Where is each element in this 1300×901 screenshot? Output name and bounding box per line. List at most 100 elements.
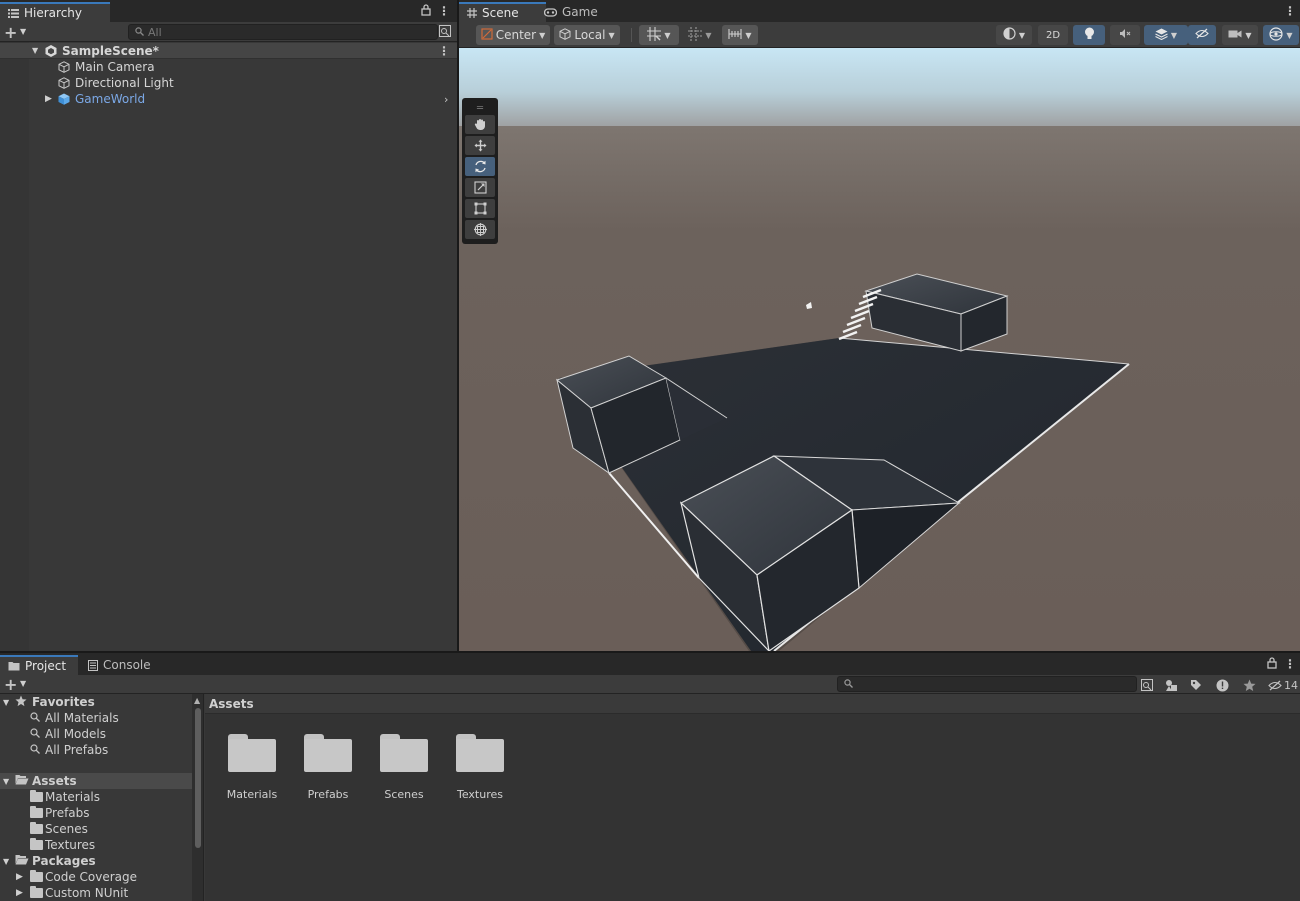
hierarchy-item-label: Directional Light xyxy=(75,76,174,90)
lock-icon[interactable] xyxy=(421,4,431,16)
star-icon[interactable] xyxy=(1241,677,1257,693)
add-icon[interactable]: + xyxy=(4,23,17,42)
project-tree-scrollbar[interactable]: ▲ xyxy=(192,694,204,901)
asset-folder-item[interactable]: Prefabs xyxy=(0,805,192,821)
snap-settings-button[interactable]: ▼ xyxy=(722,25,758,45)
asset-grid-folder[interactable]: Prefabs xyxy=(298,734,358,801)
project-menu-icon[interactable]: ⋮ xyxy=(1284,656,1296,672)
hierarchy-panel: Hierarchy ⋮ + ▼ All ▼ SampleScene* ⋮ Mai… xyxy=(0,0,457,651)
rotate-tool-icon[interactable] xyxy=(465,157,495,176)
toggle-2d-button[interactable]: 2D xyxy=(1038,25,1068,45)
tool-palette: ═ xyxy=(462,98,498,244)
move-tool-icon[interactable] xyxy=(465,136,495,155)
breadcrumb-assets[interactable]: Assets xyxy=(209,697,254,711)
package-item[interactable]: ▶ Custom NUnit xyxy=(0,885,192,901)
tab-console[interactable]: Console xyxy=(80,655,159,675)
audio-toggle-button[interactable] xyxy=(1110,25,1140,45)
search-scope-icon[interactable] xyxy=(439,25,451,37)
drag-handle-icon[interactable]: ═ xyxy=(465,101,495,115)
hierarchy-item[interactable]: Directional Light xyxy=(0,75,457,91)
hierarchy-menu-icon[interactable]: ⋮ xyxy=(438,3,450,19)
project-search-input[interactable] xyxy=(837,676,1137,692)
scene-viewport[interactable]: ═ xyxy=(459,48,1300,651)
scale-tool-icon[interactable] xyxy=(465,178,495,197)
light-bulb-icon xyxy=(1084,27,1095,43)
breadcrumb: Assets xyxy=(205,694,1300,714)
effects-toggle-button[interactable]: ▼ xyxy=(1144,25,1188,45)
scene-visibility-button[interactable] xyxy=(1188,25,1216,45)
expand-arrow-icon[interactable]: ▼ xyxy=(3,857,9,866)
tab-game-label: Game xyxy=(562,5,598,19)
tab-console-label: Console xyxy=(103,658,151,672)
pivot-rotation-dropdown[interactable]: Local ▼ xyxy=(554,25,620,45)
tab-game[interactable]: Game xyxy=(536,2,606,22)
asset-folder-item[interactable]: Textures xyxy=(0,837,192,853)
hand-tool-icon[interactable] xyxy=(465,115,495,134)
gizmos-button[interactable]: ▼ xyxy=(1263,25,1299,45)
scrollbar-thumb[interactable] xyxy=(195,708,201,848)
camera-settings-button[interactable]: ▼ xyxy=(1222,25,1258,45)
transform-tool-icon[interactable] xyxy=(465,220,495,239)
filter-by-type-icon[interactable] xyxy=(1163,677,1179,693)
search-placeholder: All xyxy=(148,25,162,39)
lighting-toggle-button[interactable] xyxy=(1073,25,1105,45)
asset-grid-folder-label: Scenes xyxy=(384,788,424,801)
hidden-packages-toggle[interactable]: 14 xyxy=(1266,677,1300,693)
favorite-item[interactable]: All Materials xyxy=(0,710,192,726)
search-icon xyxy=(30,711,40,725)
chevron-down-icon: ▼ xyxy=(745,30,752,40)
hierarchy-item-label: Main Camera xyxy=(75,60,155,74)
scene-menu-icon[interactable]: ⋮ xyxy=(1284,3,1296,19)
increment-snap-button[interactable]: ▼ xyxy=(682,25,718,45)
add-dropdown-icon[interactable]: ▼ xyxy=(20,679,26,688)
open-folder-icon xyxy=(15,774,29,788)
expand-arrow-icon[interactable]: ▶ xyxy=(16,872,23,882)
packages-header[interactable]: ▼ Packages xyxy=(0,853,192,869)
expand-arrow-icon[interactable]: ▼ xyxy=(3,777,9,786)
tab-project[interactable]: Project xyxy=(0,655,79,675)
scene-row[interactable]: ▼ SampleScene* ⋮ xyxy=(0,43,457,59)
warning-filter-icon[interactable] xyxy=(1214,677,1230,693)
asset-folder-label: Scenes xyxy=(45,822,88,836)
scene-name: SampleScene* xyxy=(62,43,159,58)
hierarchy-search-input[interactable]: All xyxy=(128,24,438,40)
scroll-up-icon[interactable]: ▲ xyxy=(194,696,200,705)
asset-folder-item[interactable]: Materials xyxy=(0,789,192,805)
add-icon[interactable]: + xyxy=(4,675,17,694)
cube-outline-icon xyxy=(58,77,70,89)
asset-grid-folder-label: Textures xyxy=(457,788,503,801)
scene-menu-icon[interactable]: ⋮ xyxy=(438,43,450,59)
asset-folder-item[interactable]: Scenes xyxy=(0,821,192,837)
hierarchy-item[interactable]: ▶ GameWorld › xyxy=(0,91,457,107)
chevron-right-icon[interactable]: › xyxy=(444,93,448,106)
hierarchy-item[interactable]: Main Camera xyxy=(0,59,457,75)
asset-grid-folder[interactable]: Textures xyxy=(450,734,510,801)
expand-arrow-icon[interactable]: ▼ xyxy=(3,698,9,707)
favorite-item[interactable]: All Models xyxy=(0,726,192,742)
tab-scene[interactable]: Scene xyxy=(459,2,546,22)
asset-grid-folder[interactable]: Scenes xyxy=(374,734,434,801)
scene-render[interactable] xyxy=(459,48,1300,651)
unity-scene-icon xyxy=(45,44,57,57)
audio-mute-icon xyxy=(1119,28,1132,42)
favorites-label: Favorites xyxy=(32,695,95,709)
shading-mode-button[interactable]: ▼ xyxy=(996,25,1032,45)
assets-label: Assets xyxy=(32,774,77,788)
packages-label: Packages xyxy=(32,854,96,868)
favorite-item[interactable]: All Prefabs xyxy=(0,742,192,758)
search-scope-icon[interactable] xyxy=(1140,677,1154,693)
asset-grid-folder[interactable]: Materials xyxy=(222,734,282,801)
add-dropdown-icon[interactable]: ▼ xyxy=(20,27,26,36)
expand-arrow-icon[interactable]: ▼ xyxy=(32,46,38,55)
pivot-mode-dropdown[interactable]: Center ▼ xyxy=(476,25,550,45)
package-item[interactable]: ▶ Code Coverage xyxy=(0,869,192,885)
filter-by-label-icon[interactable] xyxy=(1188,677,1204,693)
expand-arrow-icon[interactable]: ▶ xyxy=(45,94,52,104)
favorites-header[interactable]: ▼ Favorites xyxy=(0,694,192,710)
expand-arrow-icon[interactable]: ▶ xyxy=(16,888,23,898)
lock-icon[interactable] xyxy=(1267,657,1277,669)
grid-snap-button[interactable]: ▼ xyxy=(639,25,679,45)
assets-header[interactable]: ▼ Assets xyxy=(0,773,192,789)
tab-hierarchy[interactable]: Hierarchy xyxy=(0,2,110,22)
rect-tool-icon[interactable] xyxy=(465,199,495,218)
